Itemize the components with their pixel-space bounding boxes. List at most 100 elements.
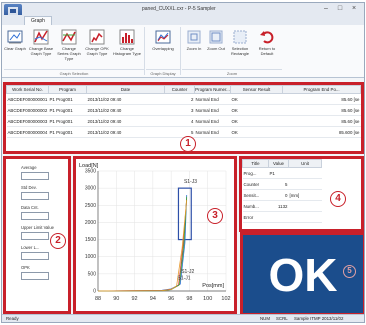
measurement-detail-panel: Title Value Unit Prog... P1 Counter 5 Sens… — [239, 156, 364, 232]
selection-rectangle-icon — [233, 30, 247, 44]
annotation-label: S1-J1 — [178, 276, 191, 282]
status-info: Sample ITMP 2013/11/02 — [294, 316, 344, 321]
return-default-button[interactable]: Return to Default — [254, 27, 280, 69]
y-tick-label: 500 — [88, 271, 97, 277]
detail-row[interactable]: Numb... 1132 — [242, 200, 322, 212]
x-tick-label: 94 — [150, 296, 156, 302]
column-header[interactable]: Program Numer... — [194, 85, 231, 94]
callout-marker-5: 5 — [343, 265, 356, 278]
y-tick-label: 2500 — [85, 203, 96, 209]
judgment-panel: OK 5 — [240, 232, 364, 316]
table-header-row: Work Serial No. Program Date Counter Pro… — [6, 85, 361, 94]
minimize-button[interactable]: – — [320, 4, 332, 13]
ribbon-tab-row — [2, 15, 364, 25]
y-tick-label: 3000 — [85, 186, 96, 192]
field-label-data-count: Data Cnt. — [21, 205, 39, 210]
close-button[interactable]: × — [348, 4, 360, 13]
x-tick-label: 88 — [95, 296, 101, 302]
change-histogram-button[interactable]: Change Histogram Type — [112, 27, 142, 69]
callout-marker-4: 4 — [330, 191, 346, 207]
y-tick-label: 2000 — [85, 220, 96, 226]
callout-marker-2: 2 — [50, 233, 66, 249]
column-header[interactable]: Sensor Result — [230, 85, 283, 94]
data-count-field[interactable] — [21, 212, 49, 220]
x-tick-label: 100 — [203, 296, 212, 302]
zoom-in-button[interactable]: Zoom In — [183, 27, 205, 69]
column-header[interactable]: Value — [268, 159, 289, 168]
callout-marker-1: 1 — [180, 136, 196, 152]
maximize-button[interactable]: □ — [334, 4, 346, 13]
series-line — [97, 196, 188, 292]
lower-limit-field[interactable] — [21, 252, 49, 260]
annotation-label: S1-J2 — [181, 269, 194, 275]
x-tick-label: 96 — [168, 296, 174, 302]
average-field[interactable] — [21, 172, 49, 180]
change-series-graph-button[interactable]: Change Series Graph Type — [56, 27, 82, 69]
selection-rectangle-button[interactable]: Selection Rectangle — [227, 27, 253, 69]
column-header[interactable]: Work Serial No. — [6, 85, 49, 94]
group-separator — [144, 27, 145, 75]
field-label-average: Average — [21, 165, 37, 170]
title-bar: paned_CUXXL.cxr - P-5 Sampler – □ × — [2, 3, 364, 15]
detail-table: Title Value Unit Prog... P1 Counter 5 Sens… — [242, 159, 322, 223]
group-label-zoom: Zoom — [182, 69, 282, 76]
return-default-icon — [260, 31, 274, 44]
load-position-chart[interactable]: 3500 3000 2500 2000 1500 1000 500 088 90 92 94 96 98… — [76, 159, 234, 311]
column-header[interactable]: Counter — [164, 85, 195, 94]
zoom-out-button[interactable]: Zoom Out — [205, 27, 227, 69]
y-tick-label: 3500 — [85, 169, 96, 175]
column-header[interactable]: Title — [242, 159, 269, 168]
overlapping-button[interactable]: Overlapping — [148, 27, 178, 69]
field-label-std-dev: Std Dev. — [21, 185, 37, 190]
histogram-icon — [119, 29, 135, 45]
opk-graph-icon — [89, 29, 105, 45]
y-axis-label: Load[N] — [79, 163, 99, 169]
y-tick-label: 0 — [93, 289, 96, 295]
group-separator — [180, 27, 181, 75]
upper-limit-field[interactable] — [21, 232, 49, 240]
clear-graph-button[interactable]: Clear Graph — [4, 27, 26, 69]
ribbon: Clear Graph Change Base Graph Type Chang… — [2, 25, 364, 78]
table-row[interactable]: ABCDEF000000003 P1 Prog001 2013/11/02 09:4… — [6, 115, 361, 127]
callout-marker-3: 3 — [207, 208, 223, 224]
series-graph-icon — [61, 29, 77, 45]
column-header[interactable]: Program End Po... — [282, 85, 361, 94]
annotation-label: S1-J3 — [184, 179, 197, 185]
x-tick-label: 98 — [186, 296, 192, 302]
clear-graph-icon — [7, 30, 23, 44]
overlapping-icon — [155, 30, 171, 44]
column-header[interactable]: Program — [48, 85, 87, 94]
detail-row[interactable]: Error — [242, 211, 322, 223]
column-header[interactable]: Unit — [288, 159, 322, 168]
change-base-graph-button[interactable]: Change Base Graph Type — [28, 27, 54, 69]
table-row[interactable]: ABCDEF000000002 P1 Prog001 2013/11/02 09:4… — [6, 104, 361, 116]
field-label-opk: OPK — [21, 265, 30, 270]
status-bar: Ready NUM SCRL Sample ITMP 2013/11/02 — [2, 314, 364, 322]
tab-graph[interactable]: Graph — [24, 16, 52, 25]
column-header[interactable]: Date — [86, 85, 165, 94]
detail-row[interactable]: Counter 5 — [242, 178, 322, 190]
status-ready: Ready — [6, 316, 19, 321]
x-tick-label: 90 — [113, 296, 119, 302]
change-opk-graph-button[interactable]: Change OPK Graph Type — [84, 27, 110, 69]
x-axis-label: Pos[mm] — [202, 283, 224, 289]
application-window: paned_CUXXL.cxr - P-5 Sampler – □ × Grap… — [1, 2, 365, 323]
field-label-upper-limit: Upper Limit Value — [21, 225, 54, 230]
results-table: Work Serial No. Program Date Counter Pro… — [6, 85, 361, 138]
base-graph-icon — [33, 29, 49, 45]
table-row[interactable]: ABCDEF000000001 P1 Prog001 2013/11/02 09:4… — [6, 93, 361, 105]
y-tick-label: 1000 — [85, 254, 96, 260]
group-label-graph-display: Graph Display — [146, 69, 180, 76]
detail-header-row: Title Value Unit — [242, 159, 322, 168]
std-dev-field[interactable] — [21, 192, 49, 200]
y-tick-label: 1500 — [85, 237, 96, 243]
group-label-graph-selection: Graph Selection — [4, 69, 144, 76]
opk-field[interactable] — [21, 272, 49, 280]
x-tick-label: 102 — [221, 296, 230, 302]
window-title: paned_CUXXL.cxr - P-5 Sampler — [142, 6, 216, 12]
detail-row[interactable]: Prog... P1 — [242, 167, 322, 179]
detail-row[interactable]: Sensit... 0 [mm] — [242, 189, 322, 201]
field-label-lower-limit: Lower L... — [21, 245, 40, 250]
zoom-out-icon — [209, 30, 223, 44]
series-line — [97, 194, 188, 292]
